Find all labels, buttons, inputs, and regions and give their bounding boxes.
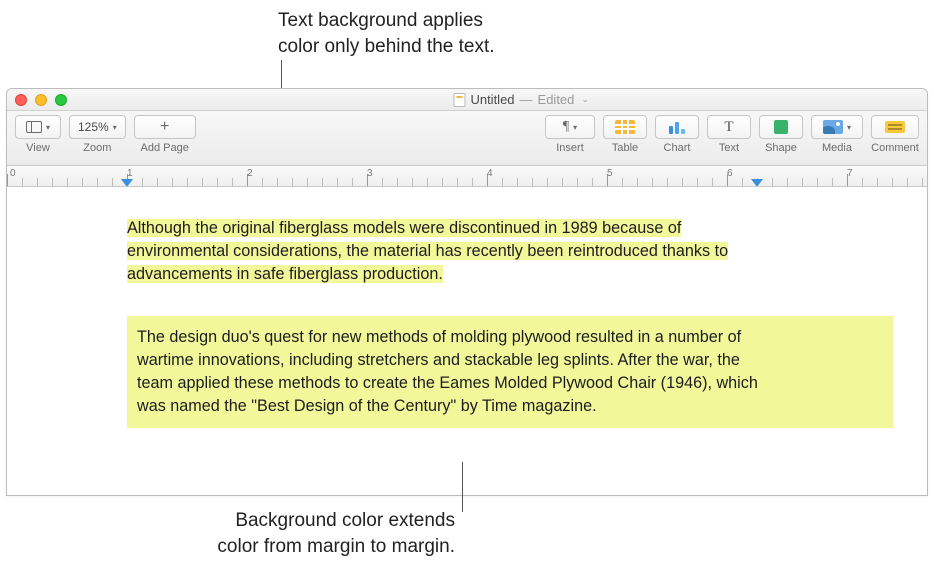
document-state: Edited [538, 92, 575, 107]
panes-icon [26, 121, 42, 133]
add-page-button[interactable]: + [134, 115, 196, 139]
callout-bottom-line1: Background color extends [175, 508, 455, 534]
app-window: Untitled — Edited ⌄ ▾ View 125% ▾ Zoom +… [6, 88, 928, 496]
shape-group: Shape [759, 115, 803, 154]
ruler-num-6: 6 [727, 168, 733, 179]
callout-bottom: Background color extends color from marg… [175, 508, 455, 559]
left-margin-marker[interactable] [121, 179, 133, 187]
chart-button[interactable] [655, 115, 699, 139]
shape-label: Shape [765, 142, 797, 154]
zoom-button[interactable]: 125% ▾ [69, 115, 126, 139]
addpage-group: + Add Page [134, 115, 196, 154]
callout-bottom-pointer [462, 462, 463, 512]
insert-label: Insert [556, 142, 584, 154]
callout-bottom-line2: color from margin to margin. [175, 534, 455, 560]
pilcrow-icon: ¶ [563, 119, 569, 135]
ruler-num-1: 1 [127, 168, 133, 179]
media-label: Media [822, 142, 852, 154]
ruler-num-0: 0 [10, 168, 16, 179]
text-button[interactable]: T [707, 115, 751, 139]
traffic-lights [15, 94, 67, 106]
ruler-num-2: 2 [247, 168, 253, 179]
zoom-group: 125% ▾ Zoom [69, 115, 126, 154]
comment-button[interactable] [871, 115, 919, 139]
view-button[interactable]: ▾ [15, 115, 61, 139]
insert-group: ¶ ▾ Insert [545, 115, 595, 154]
fullscreen-icon[interactable] [55, 94, 67, 106]
ruler-ticks-major [7, 174, 927, 186]
close-icon[interactable] [15, 94, 27, 106]
right-margin-marker[interactable] [751, 179, 763, 187]
paragraph-2-text: The design duo's quest for new methods o… [137, 328, 758, 415]
insert-button[interactable]: ¶ ▾ [545, 115, 595, 139]
comment-icon [885, 121, 905, 133]
chart-group: Chart [655, 115, 699, 154]
document-name: Untitled [470, 92, 514, 107]
table-label: Table [612, 142, 638, 154]
view-group: ▾ View [15, 115, 61, 154]
chevron-down-icon: ▾ [573, 123, 577, 132]
comment-label: Comment [871, 142, 919, 154]
title-separator: — [520, 92, 533, 107]
titlebar[interactable]: Untitled — Edited ⌄ [7, 89, 927, 111]
view-label: View [26, 142, 50, 154]
callout-top-line1: Text background applies [278, 8, 495, 34]
media-button[interactable]: ▾ [811, 115, 863, 139]
paragraph-1[interactable]: Although the original fiberglass models … [127, 217, 767, 286]
window-title[interactable]: Untitled — Edited ⌄ [453, 92, 589, 107]
media-group: ▾ Media [811, 115, 863, 154]
chevron-down-icon[interactable]: ⌄ [581, 94, 589, 105]
callout-top-line2: color only behind the text. [278, 34, 495, 60]
shape-button[interactable] [759, 115, 803, 139]
ruler-num-3: 3 [367, 168, 373, 179]
table-button[interactable] [603, 115, 647, 139]
toolbar: ▾ View 125% ▾ Zoom + Add Page ¶ ▾ Insert [7, 111, 927, 166]
zoom-label: Zoom [83, 142, 111, 154]
shape-icon [774, 120, 788, 134]
plus-icon: + [160, 118, 169, 136]
ruler[interactable]: 0 1 2 3 4 5 6 7 [7, 166, 927, 187]
chevron-down-icon: ▾ [46, 123, 50, 132]
document-icon [453, 93, 465, 107]
comment-group: Comment [871, 115, 919, 154]
table-icon [615, 120, 635, 134]
chevron-down-icon: ▾ [113, 123, 117, 132]
media-icon [823, 120, 843, 134]
ruler-num-5: 5 [607, 168, 613, 179]
document-page[interactable]: Although the original fiberglass models … [7, 187, 927, 495]
chart-icon [669, 120, 685, 134]
text-group: T Text [707, 115, 751, 154]
minimize-icon[interactable] [35, 94, 47, 106]
table-group: Table [603, 115, 647, 154]
text-icon: T [724, 119, 733, 136]
callout-top: Text background applies color only behin… [278, 8, 495, 59]
chart-label: Chart [664, 142, 691, 154]
chevron-down-icon: ▾ [847, 123, 851, 132]
paragraph-1-text: Although the original fiberglass models … [127, 219, 728, 283]
ruler-num-7: 7 [847, 168, 853, 179]
text-label: Text [719, 142, 739, 154]
addpage-label: Add Page [141, 142, 189, 154]
ruler-num-4: 4 [487, 168, 493, 179]
paragraph-2-block[interactable]: The design duo's quest for new methods o… [127, 316, 893, 428]
zoom-value: 125% [78, 120, 109, 134]
